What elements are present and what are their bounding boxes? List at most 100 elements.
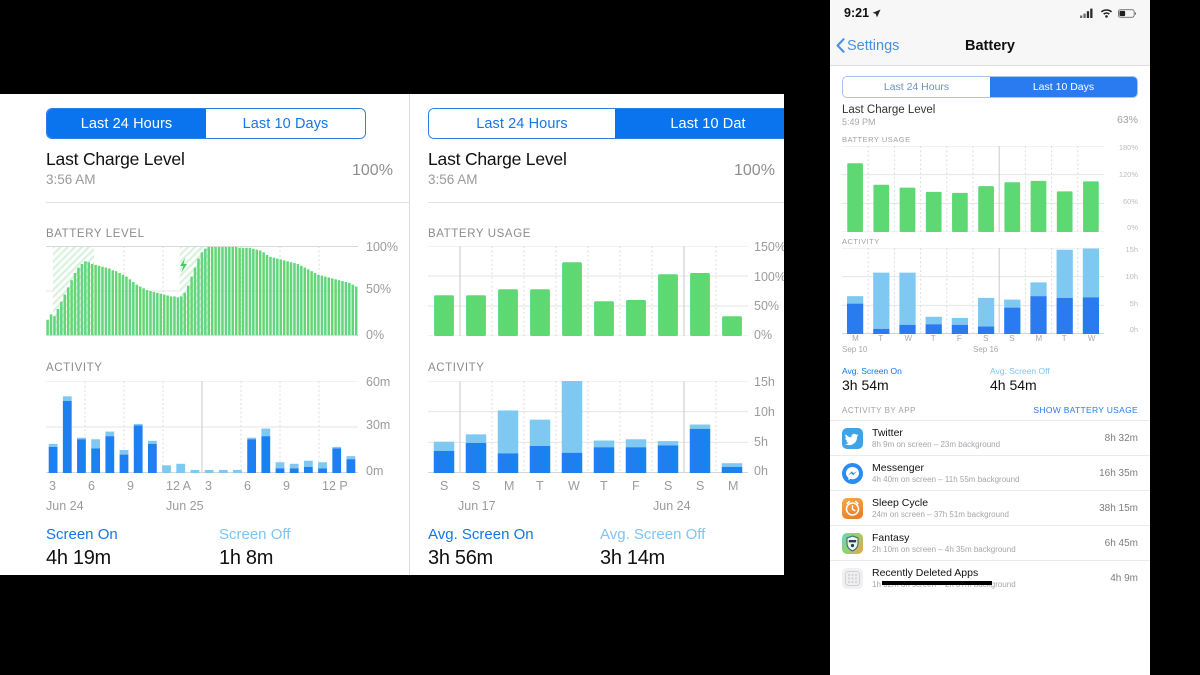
battery-level-section-label: BATTERY LEVEL (46, 228, 145, 240)
left-composite-screenshot: Last 24 Hours Last 10 Days Last Charge L… (0, 0, 784, 675)
phone-date-sep16: Sep 16 (973, 345, 999, 354)
activity2-ytick-15h: 15h (754, 375, 775, 389)
app-name: Recently Deleted Apps (872, 567, 979, 579)
segmented-control-10d[interactable]: Last 24 Hours Last 10 Dat (428, 108, 784, 139)
app-text: Messenger 4h 40m on screen – 11h 55m back… (872, 462, 1093, 484)
segment-last-24-hours[interactable]: Last 24 Hours (47, 109, 206, 138)
status-bar-left: 9:21 (844, 6, 881, 20)
activity2-ytick-0h: 0h (754, 464, 768, 478)
phone-stat-screen-on: Avg. Screen On 3h 54m (842, 366, 990, 393)
phone-stat-off-value: 4h 54m (990, 377, 1037, 393)
phone-activity-label: ACTIVITY (842, 237, 880, 246)
status-bar: 9:21 (830, 0, 1150, 26)
activity-xtick-3: 12 A (166, 479, 192, 493)
battery-level-plot (46, 246, 358, 336)
activity-date-jun25: Jun 25 (166, 499, 204, 513)
phone-segment-last-24-hours[interactable]: Last 24 Hours (843, 77, 990, 97)
segmented-control-24h[interactable]: Last 24 Hours Last 10 Days (46, 108, 366, 139)
activity-chart (46, 381, 358, 473)
app-subtitle: 2h 10m on screen – 4h 35m background (872, 545, 1016, 554)
show-battery-usage-button[interactable]: SHOW BATTERY USAGE (1033, 405, 1138, 415)
activity-plot-2 (428, 381, 748, 473)
phone-activity-xticks: MTWTFSSMTW (842, 334, 1138, 345)
last-charge-level-time: 3:56 AM (46, 172, 96, 187)
cellular-bars-icon (1080, 8, 1093, 18)
activity-ytick-60m: 60m (366, 375, 391, 389)
app-usage-list: Twitter 8h 9m on screen – 23m background 8… (830, 420, 1150, 595)
phone-activity-ytick-0h: 0h (1129, 325, 1138, 334)
phone-activity-dates: Sep 10 Sep 16 (842, 345, 1138, 357)
battery-pane-last-10-days: Last 24 Hours Last 10 Dat Last Charge Le… (410, 94, 784, 575)
segment-last-10-days[interactable]: Last 10 Days (206, 109, 365, 138)
battery-level-ytick-0: 0% (366, 328, 385, 342)
activity-xtick-1: 6 (88, 479, 95, 493)
stat-screen-on-label: Screen On (46, 526, 118, 543)
activity-xtick-7: 12 P (322, 479, 348, 493)
activity-by-app-label: ACTIVITY BY APP (842, 406, 916, 415)
phone-usage-ytick-180: 180% (1118, 143, 1138, 152)
app-name: Messenger (872, 462, 924, 474)
activity2-xtick-8: S (696, 479, 705, 493)
activity2-date-jun17: Jun 17 (458, 499, 496, 513)
stat-screen-off-label: Screen Off (219, 526, 291, 543)
usage-ytick-0: 0% (754, 328, 773, 342)
usage-ytick-100: 100% (754, 270, 784, 284)
phone-activity-xaxis: M T W T F S S M T W Sep 10 Sep 16 (842, 334, 1138, 360)
app-subtitle: 8h 9m on screen – 23m background (872, 440, 1001, 449)
phone-activity-xtick-1: T (878, 334, 884, 343)
activity2-xtick-9: M (728, 479, 739, 493)
phone-usage-ytick-0: 0% (1127, 223, 1138, 232)
phone-segment-last-10-days[interactable]: Last 10 Days (990, 77, 1137, 97)
sleep-cycle-icon (842, 497, 863, 519)
app-row[interactable]: Fantasy 2h 10m on screen – 4h 35m backgro… (830, 525, 1150, 560)
app-row[interactable]: Twitter 8h 9m on screen – 23m background 8… (830, 420, 1150, 455)
phone-activity-xtick-9: W (1087, 334, 1096, 343)
phone-stat-off-label: Avg. Screen Off (990, 366, 1050, 376)
usage-ytick-50: 50% (754, 299, 780, 313)
messenger-icon (842, 462, 863, 484)
phone-activity-xtick-7: M (1035, 334, 1043, 343)
phone-stat-on-value: 3h 54m (842, 377, 889, 393)
phone-activity-plot (842, 247, 1104, 335)
activity-by-app-header: ACTIVITY BY APP SHOW BATTERY USAGE (830, 393, 1150, 420)
app-text: Twitter 8h 9m on screen – 23m background (872, 427, 1099, 449)
fantasy-icon (842, 532, 863, 554)
battery-level-ytick-100: 100% (366, 240, 398, 254)
app-name: Fantasy (872, 532, 910, 544)
phone-stat-on-label: Avg. Screen On (842, 366, 902, 376)
app-row[interactable]: Sleep Cycle 24m on screen – 37h 51m backg… (830, 490, 1150, 525)
phone-segmented-control[interactable]: Last 24 Hours Last 10 Days (842, 76, 1138, 98)
segment-last-24-hours-2[interactable]: Last 24 Hours (429, 109, 615, 138)
activity-date-jun24: Jun 24 (46, 499, 84, 513)
app-row[interactable]: Messenger 4h 40m on screen – 11h 55m back… (830, 455, 1150, 490)
activity2-ytick-10h: 10h (754, 405, 775, 419)
last-charge-level-percent-2: 100% (734, 162, 775, 179)
segment-last-10-days-2[interactable]: Last 10 Dat (615, 109, 784, 138)
app-name: Sleep Cycle (872, 497, 929, 509)
app-text: Fantasy 2h 10m on screen – 4h 35m backgro… (872, 532, 1099, 554)
battery-usage-plot (428, 246, 748, 336)
phone-stat-screen-off: Avg. Screen Off 4h 54m (990, 366, 1138, 393)
app-row[interactable]: Recently Deleted Apps1h 32m on screen – … (830, 560, 1150, 595)
app-total-time: 8h 32m (1104, 432, 1138, 444)
phone-activity-ytick-15h: 15h (1125, 245, 1138, 254)
phone-usage-ytick-120: 120% (1118, 170, 1138, 179)
activity2-xtick-0: S (440, 479, 449, 493)
twitter-icon (842, 427, 863, 449)
activity-chart-2 (428, 381, 748, 473)
battery-pane-last-24-hours: Last 24 Hours Last 10 Days Last Charge L… (0, 94, 410, 575)
battery-level-ytick-50: 50% (366, 282, 392, 296)
recently-deleted-icon (842, 567, 863, 589)
app-name: Twitter (872, 427, 903, 439)
activity2-xtick-4: W (568, 479, 580, 493)
phone-activity-xtick-6: S (1009, 334, 1015, 343)
activity-xtick-6: 9 (283, 479, 290, 493)
app-text: Recently Deleted Apps1h 32m on screen – … (872, 567, 1104, 589)
activity-xtick-4: 3 (205, 479, 212, 493)
activity2-xtick-1: S (472, 479, 481, 493)
last-charge-level-row: Last Charge Level 3:56 AM (46, 149, 185, 187)
stat-avg-screen-on-value: 3h 56m (428, 547, 493, 569)
battery-level-chart (46, 246, 358, 336)
stat-screen-off-value: 1h 8m (219, 547, 274, 569)
phone-battery-usage-chart: 180% 120% 60% 0% (842, 143, 1138, 233)
